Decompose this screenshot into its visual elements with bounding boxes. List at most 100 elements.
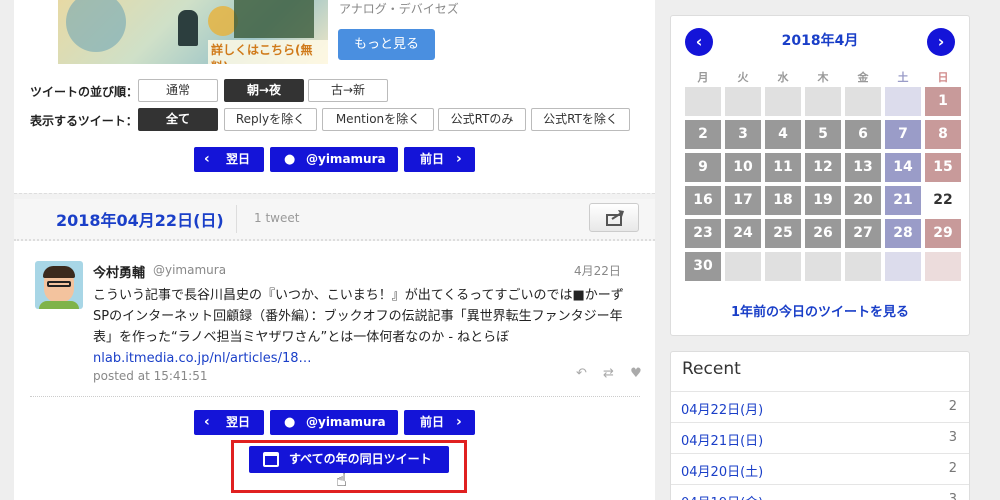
next-day-label: 翌日 (226, 415, 251, 429)
calendar-weekday: 木 (817, 71, 829, 84)
calendar-day[interactable]: 14 (885, 153, 921, 182)
avatar-hair (43, 266, 75, 278)
calendar-weekday: 金 (857, 71, 869, 84)
calendar-day-empty (845, 87, 881, 116)
calendar-day[interactable]: 30 (685, 252, 721, 281)
calendar-day[interactable]: 17 (725, 186, 761, 215)
user-button[interactable]: ● @yimamura (270, 147, 398, 172)
recent-item-date[interactable]: 04月21日(日) (681, 430, 763, 449)
prev-day-button-bottom[interactable]: 前日 › (404, 410, 475, 435)
hand-cursor-icon: ☝ (336, 470, 347, 491)
chevron-left-icon: ‹ (204, 414, 210, 430)
tweet-body: こういう記事で長谷川昌史の『いつか、こいまち！』が出てくるってすごいのでは■かー… (93, 288, 624, 345)
ad-banner-link[interactable]: 詳しくはこちら(無料) (208, 40, 328, 64)
calendar-day[interactable]: 24 (725, 219, 761, 248)
recent-item-date[interactable]: 04月20日(土) (681, 461, 763, 480)
calendar-day[interactable]: 18 (765, 186, 801, 215)
avatar-glasses (47, 281, 71, 287)
recent-item[interactable]: 04月22日(月) 2 (671, 391, 969, 422)
calendar-weekday: 火 (737, 71, 749, 84)
calendar-day[interactable]: 26 (805, 219, 841, 248)
next-day-button-bottom[interactable]: ‹ 翌日 (194, 410, 264, 435)
recent-item-date[interactable]: 04月22日(月) (681, 399, 763, 418)
tweet-link[interactable]: nlab.itmedia.co.jp/nl/articles/18… (93, 351, 312, 366)
calendar-day[interactable]: 4 (765, 120, 801, 149)
avatar[interactable] (35, 261, 83, 309)
tweet-posted-time[interactable]: posted at 15:41:51 (93, 369, 208, 383)
filter-option-rt-only[interactable]: 公式RTのみ (438, 108, 526, 131)
filter-option-all[interactable]: 全て (138, 108, 218, 131)
calendar-day[interactable]: 7 (885, 120, 921, 149)
recent-item[interactable]: 04月20日(土) 2 (671, 453, 969, 484)
calendar-next-button[interactable]: › (927, 28, 955, 56)
all-years-same-day-button[interactable]: すべての年の同日ツイート (249, 446, 449, 473)
recent-item[interactable]: 04月21日(日) 3 (671, 422, 969, 453)
all-years-label: すべての年の同日ツイート (289, 452, 432, 466)
banner-art-shape (66, 0, 126, 52)
prev-day-label: 前日 (420, 415, 445, 429)
recent-item[interactable]: 04月19日(金) 3 (671, 484, 969, 500)
sort-option-morning-to-night[interactable]: 朝→夜 (224, 79, 304, 102)
calendar-day[interactable]: 11 (765, 153, 801, 182)
calendar-day[interactable]: 25 (765, 219, 801, 248)
retweet-icon[interactable]: ⇄ (603, 366, 614, 381)
recent-item-count: 3 (948, 492, 957, 500)
filter-option-no-reply[interactable]: Replyを除く (224, 108, 317, 131)
recent-item-count: 3 (948, 430, 957, 445)
user-icon: ● (284, 415, 296, 430)
calendar-day[interactable]: 27 (845, 219, 881, 248)
user-label: @yimamura (306, 152, 386, 166)
calendar-day[interactable]: 22 (925, 186, 961, 215)
day-title[interactable]: 2018年04月22日(日) (56, 207, 224, 231)
ad-more-button[interactable]: もっと見る (338, 29, 435, 60)
calendar-weekday: 土 (897, 71, 909, 84)
user-icon: ● (284, 152, 296, 167)
sort-option-old-to-new[interactable]: 古→新 (308, 79, 388, 102)
tweet-author-handle[interactable]: @yimamura (153, 263, 226, 277)
calendar-day[interactable]: 20 (845, 186, 881, 215)
calendar-day[interactable]: 29 (925, 219, 961, 248)
calendar-day[interactable]: 1 (925, 87, 961, 116)
calendar-day[interactable]: 16 (685, 186, 721, 215)
one-year-ago-link[interactable]: 1年前の今日のツイートを見る (671, 301, 969, 320)
calendar-day[interactable]: 23 (685, 219, 721, 248)
calendar-day[interactable]: 6 (845, 120, 881, 149)
chevron-right-icon: › (937, 32, 945, 51)
calendar-day[interactable]: 12 (805, 153, 841, 182)
tweet-date[interactable]: 4月22日 (574, 262, 621, 279)
chevron-right-icon: › (456, 151, 462, 167)
calendar-day-empty (725, 252, 761, 281)
chevron-right-icon: › (456, 414, 462, 430)
calendar-day-empty (765, 252, 801, 281)
calendar-day[interactable]: 5 (805, 120, 841, 149)
filter-option-no-rt[interactable]: 公式RTを除く (531, 108, 630, 131)
tweet-text: こういう記事で長谷川昌史の『いつか、こいまち！』が出てくるってすごいのでは■かー… (93, 285, 633, 369)
calendar-day[interactable]: 15 (925, 153, 961, 182)
user-button-bottom[interactable]: ● @yimamura (270, 410, 398, 435)
recent-item-date[interactable]: 04月19日(金) (681, 492, 763, 500)
heart-icon[interactable]: ♥ (630, 366, 642, 381)
calendar-day[interactable]: 28 (885, 219, 921, 248)
banner-art-shape (234, 0, 314, 38)
ad-banner-image[interactable]: 詳しくはこちら(無料) (58, 0, 328, 64)
calendar-day[interactable]: 21 (885, 186, 921, 215)
calendar-day[interactable]: 8 (925, 120, 961, 149)
recent-item-count: 2 (948, 399, 957, 414)
calendar-day[interactable]: 3 (725, 120, 761, 149)
calendar-day[interactable]: 9 (685, 153, 721, 182)
sort-option-normal[interactable]: 通常 (138, 79, 218, 102)
calendar-day[interactable]: 19 (805, 186, 841, 215)
next-day-button[interactable]: ‹ 翌日 (194, 147, 264, 172)
calendar-day[interactable]: 13 (845, 153, 881, 182)
prev-day-label: 前日 (420, 152, 445, 166)
share-button[interactable] (589, 203, 639, 232)
filter-option-no-mention[interactable]: Mentionを除く (322, 108, 434, 131)
tweet-author-name[interactable]: 今村勇輔 (93, 262, 145, 281)
calendar-day[interactable]: 10 (725, 153, 761, 182)
tweet-divider (30, 396, 640, 397)
prev-day-button[interactable]: 前日 › (404, 147, 475, 172)
calendar-day-empty (885, 252, 921, 281)
reply-icon[interactable]: ↶ (576, 366, 587, 381)
calendar-day[interactable]: 2 (685, 120, 721, 149)
calendar-title: 2018年4月 (781, 33, 859, 49)
